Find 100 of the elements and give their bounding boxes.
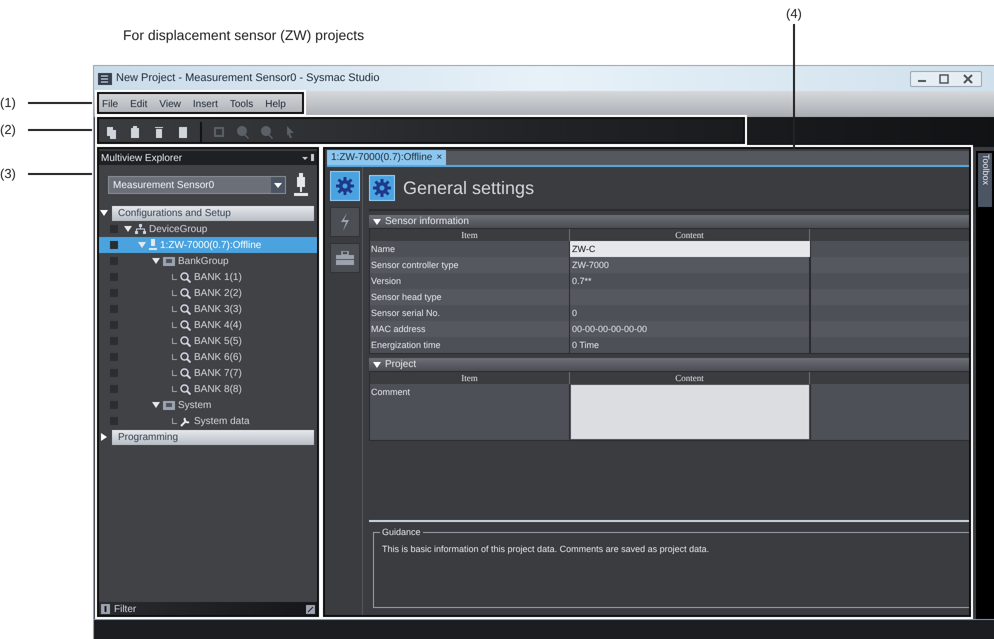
magnifier-icon [180,368,191,378]
tree-connector [172,418,177,424]
toolbar-icon[interactable] [104,125,118,139]
filter-label: Filter [114,602,138,616]
table-cell: 0.7** [570,273,810,289]
app-logo-icon [98,72,112,84]
guidance-text: This is basic information of this project data. Comments are saved as project data. [382,543,710,556]
toolbar-icon[interactable] [152,125,166,139]
tree-item[interactable]: DeviceGroup [98,221,318,237]
section-header[interactable]: Sensor information [369,215,970,228]
tree-item[interactable]: BANK 3(3) [98,301,318,317]
tree-item-label: BANK 6(6) [194,350,242,364]
magnifier-icon [180,288,191,298]
tree-item[interactable]: BankGroup [98,253,318,269]
table-cell: Version [370,273,570,289]
tree-connector [172,354,177,360]
tree-section-header[interactable]: Configurations and Setup [112,206,314,220]
tree-item[interactable]: BANK 5(5) [98,333,318,349]
folder-icon [163,400,175,410]
expand-arrow-icon[interactable] [152,257,160,265]
column-header: Item [370,372,570,384]
tree-item-label: BANK 4(4) [194,318,242,332]
tree-section-header[interactable]: Programming [112,430,314,444]
tree-connector [172,322,177,328]
side-tab[interactable] [330,243,360,273]
tree-connector [172,306,177,312]
name-field[interactable]: ZW-C [570,241,810,257]
magnifier-icon [180,320,191,330]
gear-icon [373,179,391,197]
tree-item-label: System [178,398,212,412]
tree-item-label: BANK 1(1) [194,270,242,284]
table-cell: Name [370,241,570,257]
sensor-icon [294,173,308,197]
table-cell: 0 [570,305,810,321]
tree-item[interactable]: BANK 2(2) [98,285,318,301]
tree-item[interactable]: BANK 1(1) [98,269,318,285]
menu-item[interactable]: View [159,96,181,112]
magnifier-icon [180,272,191,282]
tree-item[interactable]: System [98,397,318,413]
table-cell: Sensor controller type [370,257,570,273]
pin-icon[interactable] [301,154,315,162]
expand-arrow-icon[interactable] [373,360,381,368]
tree-item[interactable]: BANK 7(7) [98,365,318,381]
expand-arrow-icon[interactable] [124,225,132,233]
tree-item-label: BANK 5(5) [194,334,242,348]
tree-item[interactable]: BANK 8(8) [98,381,318,397]
callout-label: (1) [0,94,17,112]
expand-arrow-icon[interactable] [373,218,381,226]
menu-item[interactable]: Edit [130,96,148,112]
magnifier-icon [180,352,191,362]
edit-icon[interactable] [306,604,315,614]
table-cell: Sensor head type [370,289,570,305]
wrench-icon [180,416,191,426]
device-dropdown[interactable]: Measurement Sensor0 [108,176,286,194]
tree-item[interactable]: System data [98,413,318,429]
toolbar-icon[interactable] [128,125,142,139]
column-header: Item [370,229,570,241]
table-cell: Comment [370,384,570,440]
expand-arrow-icon[interactable] [152,401,160,409]
figure-caption: For displacement sensor (ZW) projects [123,27,364,43]
expand-arrow-icon[interactable] [100,209,108,217]
tab-close[interactable]: × [436,150,442,165]
tree-item-label: BANK 7(7) [194,366,242,380]
table-cell: Energization time [370,337,570,353]
menu-item[interactable]: Help [265,96,286,112]
menu-item[interactable]: File [102,96,118,112]
tab-label: 1:ZW-7000(0.7):Offline [331,151,432,165]
menu-item[interactable]: Tools [230,96,254,112]
table-cell: Sensor serial No. [370,305,570,321]
callout-label: (2) [0,121,17,139]
tree-item-label: BankGroup [178,254,229,268]
lightning-icon [338,213,350,231]
folder-icon [163,256,175,266]
callout-label: (4) [786,5,802,23]
table-cell: 00-00-00-00-00-00 [570,321,810,337]
page-heading: General settings [403,176,534,200]
tree-item-label: System data [194,414,250,428]
tree-connector [172,386,177,392]
toolbox-tab[interactable]: Toolbox [978,153,992,207]
section-header[interactable]: Project [369,358,970,371]
side-tab[interactable] [330,207,360,237]
row-marker [110,241,118,249]
tree-item[interactable]: BANK 4(4) [98,317,318,333]
tree-connector [172,338,177,344]
tree-item[interactable]: BANK 6(6) [98,349,318,365]
tree-item-label: BANK 8(8) [194,382,242,396]
section-title: Project [385,358,416,372]
editor-tab[interactable]: 1:ZW-7000(0.7):Offline × [327,150,446,165]
tree-item-label: BANK 3(3) [194,302,242,316]
window-title: New Project - Measurement Sensor0 - Sysmac Studio [116,71,380,86]
tree-connector [172,370,177,376]
comment-field[interactable] [571,385,809,439]
leader-line [28,128,92,131]
panel-title: Multiview Explorer [101,152,184,166]
magnifier-icon [180,384,191,394]
toolbar-icon[interactable] [176,125,190,139]
leader-line [28,172,92,175]
expand-arrow-icon[interactable] [100,433,108,441]
table-cell: MAC address [370,321,570,337]
menu-item[interactable]: Insert [192,96,218,112]
